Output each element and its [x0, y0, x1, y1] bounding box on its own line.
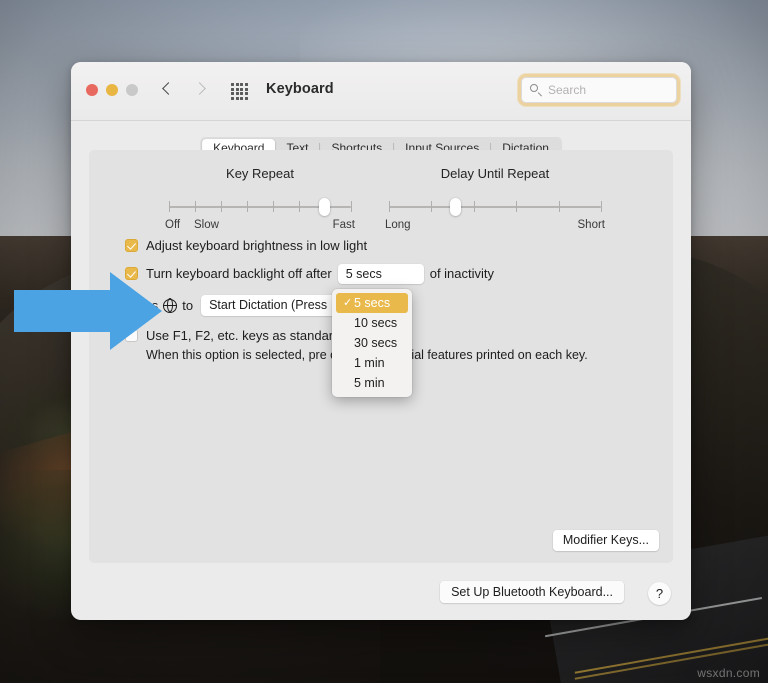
- dictation-label-after: to: [182, 298, 193, 313]
- desktop-background: Keyboard Search Keyboard Text Shortcuts …: [0, 0, 768, 683]
- show-all-grid-icon[interactable]: [231, 83, 248, 98]
- close-button[interactable]: [86, 84, 98, 96]
- delay-label-short: Short: [578, 219, 606, 231]
- delay-until-repeat-title: Delay Until Repeat: [385, 166, 605, 181]
- menu-item-5-secs[interactable]: ✓ 5 secs: [336, 293, 408, 313]
- checkmark-icon: ✓: [343, 293, 352, 313]
- page-title: Keyboard: [266, 81, 334, 97]
- search-placeholder: Search: [548, 83, 586, 97]
- menu-item-label: 30 secs: [354, 336, 397, 350]
- delay-labels: Long Short: [385, 219, 605, 235]
- back-chevron-icon[interactable]: [159, 80, 177, 100]
- backlight-off-label-after: of inactivity: [430, 266, 494, 281]
- delay-ticks: [389, 201, 601, 213]
- key-repeat-slider[interactable]: [165, 198, 355, 216]
- backlight-off-label-before: Turn keyboard backlight off after: [146, 266, 332, 281]
- backlight-delay-dropdown-menu: ✓ 5 secs 10 secs 30 secs 1 min 5 min: [332, 289, 412, 397]
- search-icon: [530, 84, 542, 96]
- menu-item-label: 5 secs: [354, 296, 390, 310]
- adjust-brightness-row[interactable]: Adjust keyboard brightness in low light: [125, 238, 367, 253]
- key-repeat-group: Key Repeat Off Slow Fast: [165, 166, 355, 235]
- key-repeat-label-off: Off: [165, 219, 180, 231]
- adjust-brightness-checkbox[interactable]: [125, 239, 138, 252]
- forward-chevron-icon[interactable]: [191, 80, 209, 100]
- watermark: wsxdn.com: [697, 666, 760, 680]
- search-input[interactable]: Search: [521, 77, 677, 103]
- adjust-brightness-label: Adjust keyboard brightness in low light: [146, 238, 367, 253]
- backlight-off-row[interactable]: Turn keyboard backlight off after 5 secs…: [125, 266, 494, 286]
- delay-thumb[interactable]: [450, 198, 461, 216]
- menu-item-label: 1 min: [354, 356, 385, 370]
- delay-label-long: Long: [385, 219, 411, 231]
- navigation-buttons: [159, 80, 209, 100]
- menu-item-10-secs[interactable]: 10 secs: [332, 313, 412, 333]
- window-titlebar: Keyboard Search: [71, 62, 691, 121]
- search-container: Search: [521, 77, 677, 103]
- key-repeat-title: Key Repeat: [165, 166, 355, 181]
- fn-keys-label: Use F1, F2, etc. keys as standard: [146, 328, 340, 343]
- key-repeat-label-slow: Slow: [194, 219, 219, 231]
- backlight-delay-popup-button[interactable]: 5 secs: [338, 264, 424, 284]
- blue-arrow-annotation-icon: [14, 272, 162, 350]
- menu-item-label: 5 min: [354, 376, 385, 390]
- key-repeat-label-fast: Fast: [333, 219, 355, 231]
- menu-item-label: 10 secs: [354, 316, 397, 330]
- menu-item-1-min[interactable]: 1 min: [332, 353, 412, 373]
- delay-until-repeat-group: Delay Until Repeat Long Short: [385, 166, 605, 235]
- zoom-button[interactable]: [126, 84, 138, 96]
- key-repeat-thumb[interactable]: [319, 198, 330, 216]
- key-repeat-labels: Off Slow Fast: [165, 219, 355, 235]
- menu-item-30-secs[interactable]: 30 secs: [332, 333, 412, 353]
- minimize-button[interactable]: [106, 84, 118, 96]
- help-button[interactable]: ?: [648, 582, 671, 605]
- set-up-bluetooth-keyboard-button[interactable]: Set Up Bluetooth Keyboard...: [440, 581, 624, 603]
- globe-icon: [163, 299, 177, 313]
- modifier-keys-button[interactable]: Modifier Keys...: [553, 530, 659, 551]
- traffic-light-buttons: [86, 84, 138, 96]
- menu-item-5-min[interactable]: 5 min: [332, 373, 412, 393]
- delay-until-repeat-slider[interactable]: [385, 198, 605, 216]
